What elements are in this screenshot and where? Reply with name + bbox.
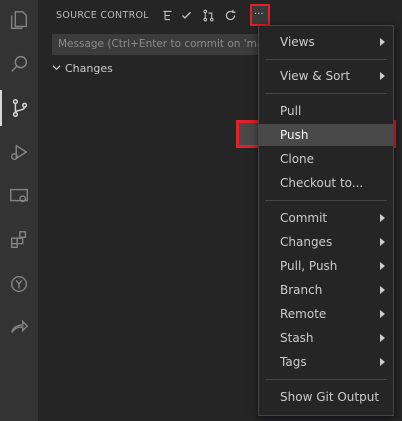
menu-item-commit[interactable]: Commit — [259, 207, 393, 229]
chevron-right-icon — [380, 38, 385, 46]
menu-item-label: Checkout to... — [280, 176, 364, 190]
menu-item-label: Changes — [280, 235, 333, 249]
explorer-icon[interactable] — [0, 2, 38, 38]
chevron-right-icon — [380, 262, 385, 270]
menu-item-tags[interactable]: Tags — [259, 351, 393, 373]
more-actions-icon: ··· — [254, 9, 264, 20]
menu-item-label: Remote — [280, 307, 327, 321]
check-icon[interactable] — [177, 6, 195, 24]
menu-item-show-git-output[interactable]: Show Git Output — [259, 386, 393, 408]
menu-item-pull-push[interactable]: Pull, Push — [259, 255, 393, 277]
commit-message-input[interactable]: Message (Ctrl+Enter to commit on 'ma — [52, 34, 278, 55]
extensions-icon[interactable] — [0, 222, 38, 258]
menu-item-label: Stash — [280, 331, 314, 345]
share-icon[interactable] — [0, 308, 38, 344]
search-icon[interactable] — [0, 46, 38, 82]
chevron-right-icon — [380, 238, 385, 246]
menu-item-label: Pull, Push — [280, 259, 338, 273]
remote-explorer-icon[interactable] — [0, 178, 38, 214]
chevron-right-icon — [380, 72, 385, 80]
menu-item-label: Views — [280, 35, 315, 49]
menu-separator — [265, 59, 387, 60]
menu-item-label: Pull — [280, 104, 302, 118]
menu-item-stash[interactable]: Stash — [259, 327, 393, 349]
pull-request-icon[interactable] — [199, 6, 217, 24]
menu-separator — [265, 200, 387, 201]
run-debug-icon[interactable] — [0, 134, 38, 170]
chevron-right-icon — [380, 214, 385, 222]
menu-separator — [265, 379, 387, 380]
menu-item-label: Tags — [280, 355, 307, 369]
menu-item-label: Clone — [280, 152, 315, 166]
source-control-menu: Views View & Sort Pull Push Clone Checko… — [258, 25, 394, 416]
chevron-right-icon — [380, 310, 385, 318]
git-graph-icon[interactable] — [0, 266, 38, 302]
menu-item-remote[interactable]: Remote — [259, 303, 393, 325]
menu-item-push[interactable]: Push — [259, 124, 393, 146]
menu-separator — [265, 93, 387, 94]
changes-group[interactable]: Changes — [52, 62, 113, 75]
menu-item-label: View & Sort — [280, 69, 351, 83]
chevron-right-icon — [380, 358, 385, 366]
tree-view-icon[interactable] — [158, 6, 176, 24]
panel-title: SOURCE CONTROL — [56, 10, 149, 21]
refresh-icon[interactable] — [221, 6, 239, 24]
chevron-right-icon — [380, 286, 385, 294]
menu-item-label: Branch — [280, 283, 323, 297]
menu-item-checkout[interactable]: Checkout to... — [259, 172, 393, 194]
menu-item-views[interactable]: Views — [259, 31, 393, 53]
menu-item-clone[interactable]: Clone — [259, 148, 393, 170]
changes-label: Changes — [65, 62, 113, 75]
source-control-icon[interactable] — [0, 90, 38, 126]
chevron-right-icon — [380, 334, 385, 342]
menu-item-pull[interactable]: Pull — [259, 100, 393, 122]
menu-item-label: Show Git Output — [280, 390, 380, 404]
menu-item-label: Push — [280, 128, 309, 142]
activity-bar — [0, 0, 38, 421]
menu-item-changes[interactable]: Changes — [259, 231, 393, 253]
more-actions-button[interactable]: ··· — [250, 4, 270, 26]
menu-item-label: Commit — [280, 211, 328, 225]
menu-item-branch[interactable]: Branch — [259, 279, 393, 301]
menu-item-view-sort[interactable]: View & Sort — [259, 65, 393, 87]
chevron-down-icon — [52, 62, 61, 75]
